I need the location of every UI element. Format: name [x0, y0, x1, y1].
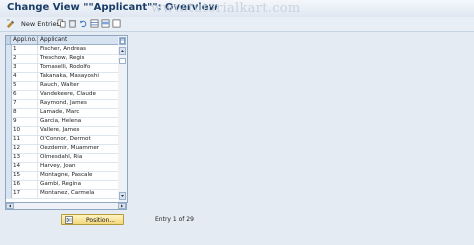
appl-no-cell[interactable]: 8 [11, 108, 38, 117]
applicant-cell[interactable]: O'Connor, Dermot [38, 135, 119, 144]
applicant-table: Appl.no. Applicant 1 Fischer, Andreas 2 Tre… [5, 35, 120, 203]
appl-no-cell[interactable]: 6 [11, 90, 38, 99]
appl-no-cell[interactable]: 5 [11, 81, 38, 90]
delete-button[interactable] [68, 18, 77, 29]
column-header-appl-no[interactable]: Appl.no. [11, 36, 38, 44]
table-header: Appl.no. Applicant [6, 36, 119, 45]
table-row[interactable]: 17 Montanez, Carmela [6, 189, 119, 199]
table-settings-button[interactable] [119, 37, 126, 45]
applicant-cell[interactable]: Tomaselli, Rodolfo [38, 63, 119, 72]
copy-icon [57, 19, 66, 28]
applicant-cell[interactable]: Fischer, Andreas [38, 45, 119, 54]
horizontal-scrollbar[interactable] [5, 202, 127, 210]
vertical-scrollbar[interactable] [118, 35, 128, 203]
appl-no-cell[interactable]: 3 [11, 63, 38, 72]
appl-no-cell[interactable]: 12 [11, 144, 38, 153]
appl-no-cell[interactable]: 7 [11, 99, 38, 108]
applicant-cell[interactable]: Vallere, James [38, 126, 119, 135]
scroll-up-icon [121, 50, 124, 52]
watermark-text: www.tutorialkart.com [151, 1, 301, 16]
applicant-cell[interactable]: Oezdemir, Muammer [38, 144, 119, 153]
select-block-icon [101, 19, 110, 28]
appl-no-cell[interactable]: 9 [11, 117, 38, 126]
undo-button[interactable] [79, 18, 88, 29]
applicant-cell[interactable]: Treschow, Regis [38, 54, 119, 63]
applicant-cell[interactable]: Garcia, Helena [38, 117, 119, 126]
scroll-right-button[interactable] [118, 203, 126, 209]
table-settings-icon [120, 38, 125, 44]
scroll-right-icon [121, 204, 123, 208]
applicant-cell[interactable]: Vandekeere, Claude [38, 90, 119, 99]
appl-no-cell[interactable]: 11 [11, 135, 38, 144]
appl-no-cell[interactable]: 16 [11, 180, 38, 189]
appl-no-cell[interactable]: 4 [11, 72, 38, 81]
copy-button[interactable] [57, 18, 66, 29]
title-bar: Change View ""Applicant"": Overview www.… [0, 0, 474, 18]
new-entries-label: New Entries [21, 19, 60, 28]
application-toolbar: New Entries [0, 17, 474, 32]
applicant-cell[interactable]: Olmesdahl, Ria [38, 153, 119, 162]
applicant-cell[interactable]: Takanaka, Masayoshi [38, 72, 119, 81]
scroll-thumb[interactable] [119, 58, 126, 64]
appl-no-cell[interactable]: 14 [11, 162, 38, 171]
applicant-cell[interactable]: Raymond, James [38, 99, 119, 108]
scroll-left-button[interactable] [6, 203, 14, 209]
appl-no-cell[interactable]: 13 [11, 153, 38, 162]
appl-no-cell[interactable]: 1 [11, 45, 38, 54]
position-icon [65, 216, 73, 224]
scroll-left-icon [9, 204, 11, 208]
undo-icon [79, 20, 87, 28]
deselect-all-icon [112, 19, 121, 28]
applicant-cell[interactable]: Harvey, Joan [38, 162, 119, 171]
applicant-cell[interactable]: Montanez, Carmela [38, 189, 119, 198]
applicant-cell[interactable]: Montagne, Pascale [38, 171, 119, 180]
column-header-applicant[interactable]: Applicant [38, 36, 119, 44]
scroll-up-button[interactable] [119, 47, 126, 55]
appl-no-cell[interactable]: 17 [11, 189, 38, 198]
select-all-button[interactable] [90, 18, 99, 29]
scroll-down-button[interactable] [119, 192, 126, 200]
display-change-icon [6, 19, 15, 28]
appl-no-cell[interactable]: 2 [11, 54, 38, 63]
display-change-button[interactable] [6, 18, 15, 29]
position-button[interactable]: Position... [61, 214, 124, 225]
applicant-cell[interactable]: Rauch, Walter [38, 81, 119, 90]
appl-no-cell[interactable]: 10 [11, 126, 38, 135]
deselect-all-button[interactable] [112, 18, 121, 29]
delete-icon [68, 20, 77, 28]
entry-info: Entry 1 of 29 [155, 216, 194, 223]
new-entries-button[interactable]: New Entries [19, 18, 60, 29]
position-button-label: Position... [86, 217, 116, 224]
applicant-cell[interactable]: Gambi, Regina [38, 180, 119, 189]
select-block-button[interactable] [101, 18, 110, 29]
appl-no-cell[interactable]: 15 [11, 171, 38, 180]
scroll-down-icon [121, 195, 124, 197]
select-all-icon [90, 19, 99, 28]
applicant-cell[interactable]: Lamade, Marc [38, 108, 119, 117]
